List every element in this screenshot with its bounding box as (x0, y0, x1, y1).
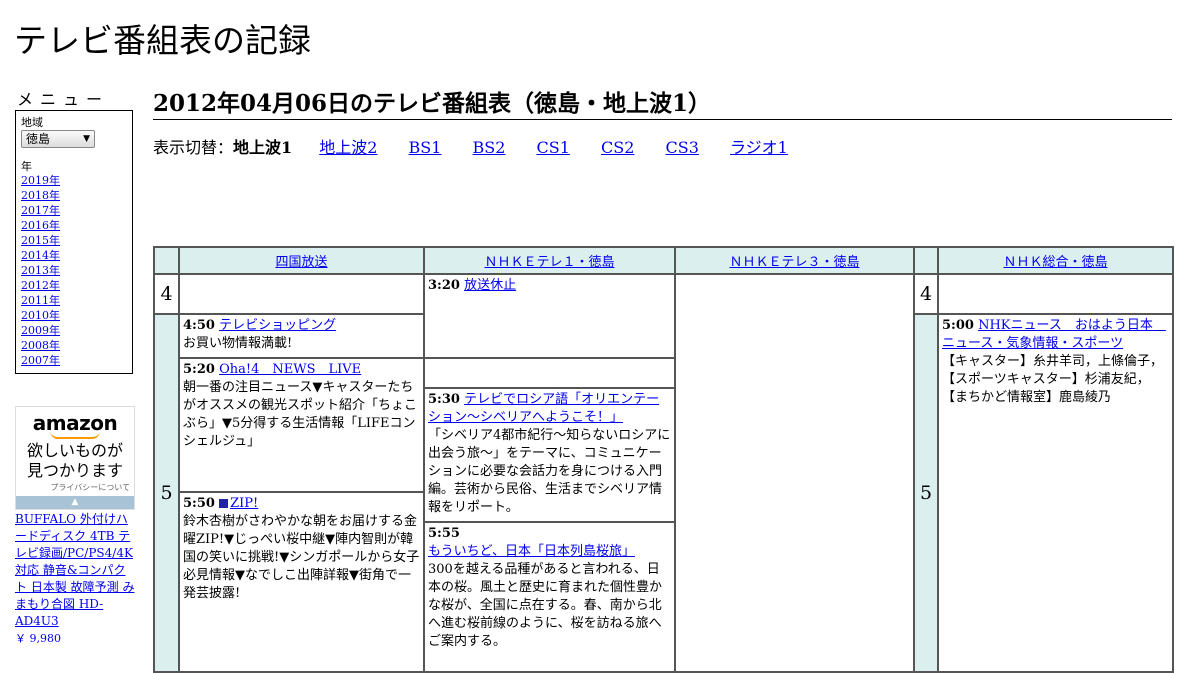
program-desc: 300を越える品種があると言われる、日本の桜。風土と歴史に育まれた個性豊かな桜が… (428, 562, 663, 649)
switcher-link[interactable]: BS1 (409, 138, 442, 157)
program-time: 5:50 (183, 496, 215, 511)
program-cell: 5:50 ZIP! 鈴木杏樹がさわやかな朝をお届けする金曜ZIP!▼じっぺい桜中… (178, 491, 425, 673)
year-link[interactable]: 2018年 (21, 188, 132, 203)
program-cell: 4:50 テレビショッピング お買い物情報満載! (178, 313, 425, 359)
program-time: 5:00 (942, 318, 974, 333)
site-title: テレビ番組表の記録 (14, 21, 311, 60)
empty-slot (937, 273, 1174, 315)
program-title[interactable]: ZIP! (230, 496, 258, 511)
empty-channel-column (674, 273, 915, 673)
ad-copy-line1: 欲しいものが (26, 441, 123, 460)
program-time: 3:20 (428, 278, 460, 293)
hour-cell: 5 (913, 313, 939, 673)
ad-product-price: ￥ 9,980 (15, 632, 61, 645)
region-select[interactable]: 徳島 ▼ (21, 130, 95, 148)
channel-header[interactable]: ＮＨＫＥテレ１・徳島 (423, 246, 676, 275)
year-link[interactable]: 2015年 (21, 233, 132, 248)
program-cell: 5:00 NHKニュース おはよう日本 ニュース・気象情報・スポーツ 【キャスタ… (937, 313, 1174, 673)
year-link[interactable]: 2011年 (21, 293, 132, 308)
year-link[interactable]: 2016年 (21, 218, 132, 233)
ad-scroll-bar[interactable]: ▲ (16, 496, 134, 509)
chevron-down-icon: ▼ (83, 134, 90, 144)
switcher-link[interactable]: CS2 (601, 138, 634, 157)
amazon-ad-banner[interactable]: amazon 欲しいものが 見つかります プライバシーについて ▲ (15, 406, 135, 510)
zip-logo-icon (219, 499, 229, 508)
ad-product-link[interactable]: BUFFALO 外付けハードディスク 4TB テレビ録画/PC/PS4/4K対応… (15, 512, 134, 628)
hour-header-blank (913, 246, 939, 275)
year-link[interactable]: 2019年 (21, 173, 132, 188)
program-title[interactable]: テレビでロシア語「オリエンテーション～シベリアへようこそ！」 (428, 392, 659, 425)
year-label: 年 (21, 160, 32, 173)
program-title[interactable]: Oha!4 NEWS LIVE (219, 362, 361, 377)
program-desc: 「シベリア4都市紀行～知らないロシアに出会う旅～」をテーマに、コミュニケーション… (428, 428, 671, 515)
program-desc: 【キャスター】糸井羊司，上條倫子，【スポーツキャスター】杉浦友紀，【まちかど情報… (942, 354, 1164, 405)
program-cell: 5:55 もういちど、日本「日本列島桜旅」 300を越える品種があると言われる、… (423, 521, 676, 673)
hour-cell: 4 (913, 273, 939, 315)
amazon-logo: amazon (32, 411, 118, 435)
year-link[interactable]: 2017年 (21, 203, 132, 218)
ad-privacy-link[interactable]: プライバシーについて (16, 482, 134, 493)
program-title[interactable]: 放送休止 (464, 278, 516, 293)
program-time: 4:50 (183, 318, 215, 333)
program-cell: 3:20 放送休止 (423, 273, 676, 359)
program-time: 5:30 (428, 392, 460, 407)
channel-header[interactable]: 四国放送 (178, 246, 425, 275)
program-time: 5:55 (428, 526, 460, 541)
page-title: 2012年04月06日のテレビ番組表（徳島・地上波1） (153, 84, 1172, 120)
year-link[interactable]: 2009年 (21, 323, 132, 338)
chevron-up-icon: ▲ (71, 497, 79, 507)
menu-box: 地域 徳島 ▼ 年 2019年 2018年 2017年 2016年 2015年 … (15, 110, 133, 374)
program-desc: 朝一番の注目ニュース▼キャスターたちがオススメの観光スポット紹介「ちょこぶら」▼… (183, 380, 418, 449)
switcher-link[interactable]: BS2 (473, 138, 506, 157)
year-link[interactable]: 2014年 (21, 248, 132, 263)
display-switcher: 表示切替：地上波1 地上波2 BS1 BS2 CS1 CS2 CS3 ラジオ1 (153, 134, 814, 158)
hour-cell: 5 (153, 313, 180, 673)
program-title[interactable]: もういちど、日本「日本列島桜旅」 (428, 544, 635, 559)
ad-copy-line2: 見つかります (26, 461, 123, 480)
hour-cell: 4 (153, 273, 180, 315)
channel-header[interactable]: ＮＨＫＥテレ３・徳島 (674, 246, 915, 275)
empty-slot (423, 357, 676, 389)
switcher-link[interactable]: CS1 (537, 138, 570, 157)
program-cell: 5:30 テレビでロシア語「オリエンテーション～シベリアへようこそ！」 「シベリ… (423, 387, 676, 523)
switcher-label: 表示切替： (153, 138, 234, 157)
program-title[interactable]: NHKニュース おはよう日本 ニュース・気象情報・スポーツ (942, 318, 1166, 351)
program-time: 5:20 (183, 362, 215, 377)
ad-product: BUFFALO 外付けハードディスク 4TB テレビ録画/PC/PS4/4K対応… (15, 511, 137, 647)
region-select-value: 徳島 (26, 132, 51, 146)
year-link[interactable]: 2010年 (21, 308, 132, 323)
year-link[interactable]: 2008年 (21, 338, 132, 353)
switcher-link[interactable]: CS3 (666, 138, 699, 157)
year-list: 年 2019年 2018年 2017年 2016年 2015年 2014年 20… (21, 160, 132, 368)
year-link[interactable]: 2012年 (21, 278, 132, 293)
program-desc: お買い物情報満載! (183, 336, 293, 351)
region-label: 地域 (21, 116, 43, 129)
switcher-link[interactable]: ラジオ1 (730, 138, 788, 157)
year-link[interactable]: 2007年 (21, 353, 132, 368)
menu-label: メニュー (17, 90, 110, 109)
program-desc: 鈴木杏樹がさわやかな朝をお届けする金曜ZIP!▼じっぺい桜中継▼陣内智則が韓国の… (183, 514, 420, 601)
empty-slot (178, 273, 425, 315)
schedule-table: 四国放送 ＮＨＫＥテレ１・徳島 ＮＨＫＥテレ３・徳島 ＮＨＫ総合・徳島 4 3:… (153, 246, 1174, 673)
channel-header[interactable]: ＮＨＫ総合・徳島 (937, 246, 1174, 275)
program-title[interactable]: テレビショッピング (219, 318, 336, 333)
year-link[interactable]: 2013年 (21, 263, 132, 278)
switcher-current: 地上波1 (233, 138, 293, 157)
hour-header-blank (153, 246, 180, 275)
program-cell: 5:20 Oha!4 NEWS LIVE 朝一番の注目ニュース▼キャスターたちが… (178, 357, 425, 493)
switcher-link[interactable]: 地上波2 (319, 138, 377, 157)
